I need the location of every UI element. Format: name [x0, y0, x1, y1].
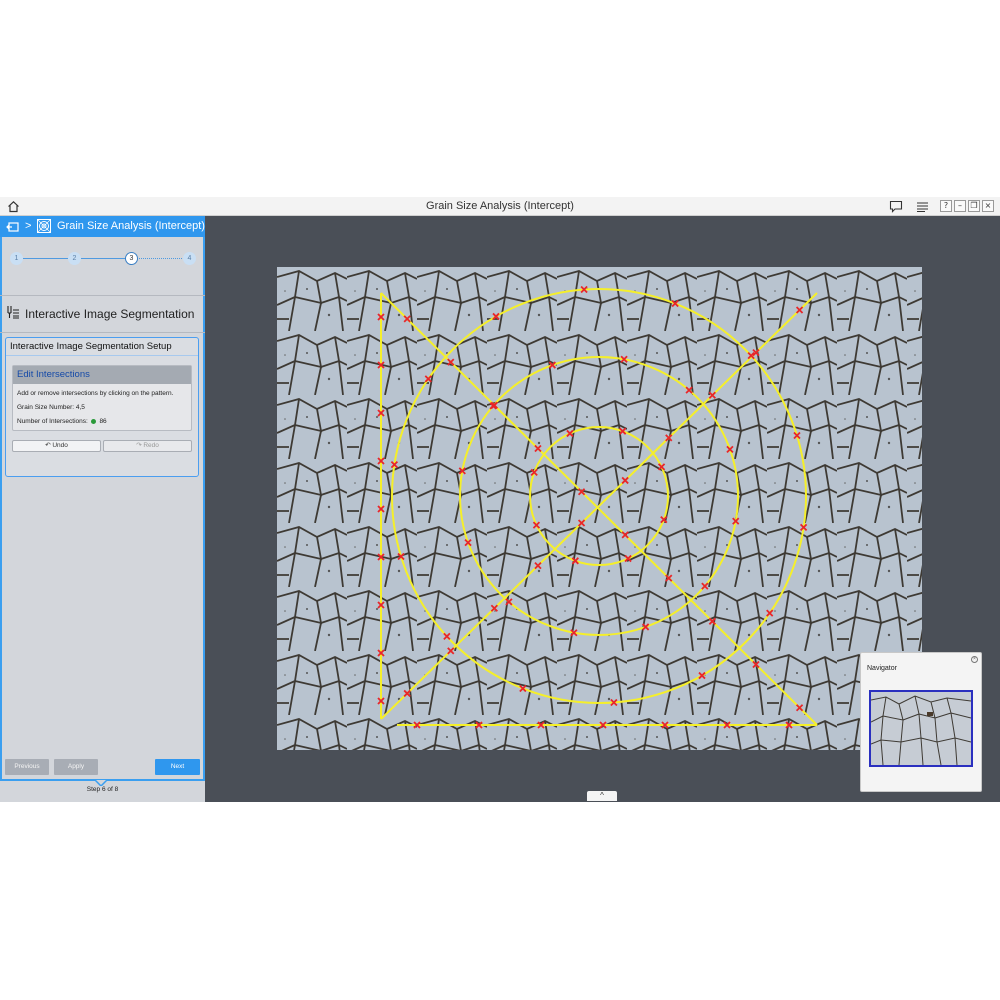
step-1[interactable]: 1: [10, 252, 23, 265]
setup-card: Interactive Image Segmentation Setup Edi…: [5, 337, 199, 477]
grain-size-row: Grain Size Number: 4,5: [17, 404, 85, 411]
redo-button[interactable]: ↷ Redo: [103, 440, 192, 452]
edit-instructions: Add or remove intersections by clicking …: [17, 390, 174, 397]
step-4[interactable]: 4: [183, 252, 196, 265]
breadcrumb-separator: >: [25, 220, 32, 232]
section-title: Interactive Image Segmentation: [25, 307, 195, 321]
redo-icon: ↷: [136, 442, 142, 449]
step-2[interactable]: 2: [68, 252, 81, 265]
title-bar: Grain Size Analysis (Intercept) ? – ❐ ×: [0, 197, 1000, 216]
edit-intersections-group: Edit Intersections Add or remove interse…: [12, 365, 192, 431]
grain-size-value: 4,5: [75, 404, 85, 411]
grain-analysis-icon: [37, 219, 51, 233]
step-3[interactable]: 3: [125, 252, 138, 265]
step-indicator: 1 2 3 4: [10, 252, 196, 266]
intersections-value: 86: [99, 418, 107, 425]
chat-icon[interactable]: [886, 198, 906, 214]
edit-intersections-header[interactable]: Edit Intersections: [13, 366, 191, 384]
grain-size-label: Grain Size Number:: [17, 404, 75, 411]
next-button[interactable]: Next: [155, 759, 200, 775]
undo-button[interactable]: ↶ Undo: [12, 440, 101, 452]
setup-title: Interactive Image Segmentation Setup: [10, 341, 172, 352]
navigator-close-icon[interactable]: ×: [971, 656, 978, 663]
breadcrumb-current: Grain Size Analysis (Intercept): [57, 220, 205, 232]
back-icon[interactable]: [6, 220, 20, 238]
chevron-up-icon: ^: [600, 791, 604, 800]
close-button[interactable]: ×: [982, 200, 994, 212]
window-title: Grain Size Analysis (Intercept): [426, 200, 574, 212]
navigator-panel: Navigator ×: [860, 652, 982, 792]
micrograph-image[interactable]: [277, 267, 922, 750]
help-button[interactable]: ?: [940, 200, 952, 212]
previous-button[interactable]: Previous: [5, 759, 49, 775]
collapse-toggle[interactable]: ^: [587, 791, 617, 801]
segmentation-icon: [6, 305, 20, 324]
undo-icon: ↶: [45, 442, 51, 449]
intersections-label: Number of Intersections:: [17, 418, 88, 425]
undo-label: Undo: [52, 442, 68, 449]
restore-button[interactable]: ❐: [968, 200, 980, 212]
workflow-panel: > Grain Size Analysis (Intercept) 1 2 3 …: [0, 216, 205, 802]
status-dot-icon: [90, 418, 96, 424]
redo-label: Redo: [143, 442, 159, 449]
image-workspace: Navigator × ^: [205, 216, 1000, 802]
minimize-button[interactable]: –: [954, 200, 966, 212]
navigator-thumbnail[interactable]: [869, 690, 973, 767]
section-header: Interactive Image Segmentation: [6, 304, 194, 324]
intersections-row: Number of Intersections: 86: [17, 418, 107, 425]
step-counter: Step 6 of 8: [86, 786, 119, 793]
app-window: Grain Size Analysis (Intercept) ? – ❐ × …: [0, 197, 1000, 802]
navigator-title: Navigator: [867, 665, 897, 672]
menu-icon[interactable]: [912, 198, 932, 214]
breadcrumb: > Grain Size Analysis (Intercept): [0, 216, 205, 237]
apply-button[interactable]: Apply: [54, 759, 98, 775]
